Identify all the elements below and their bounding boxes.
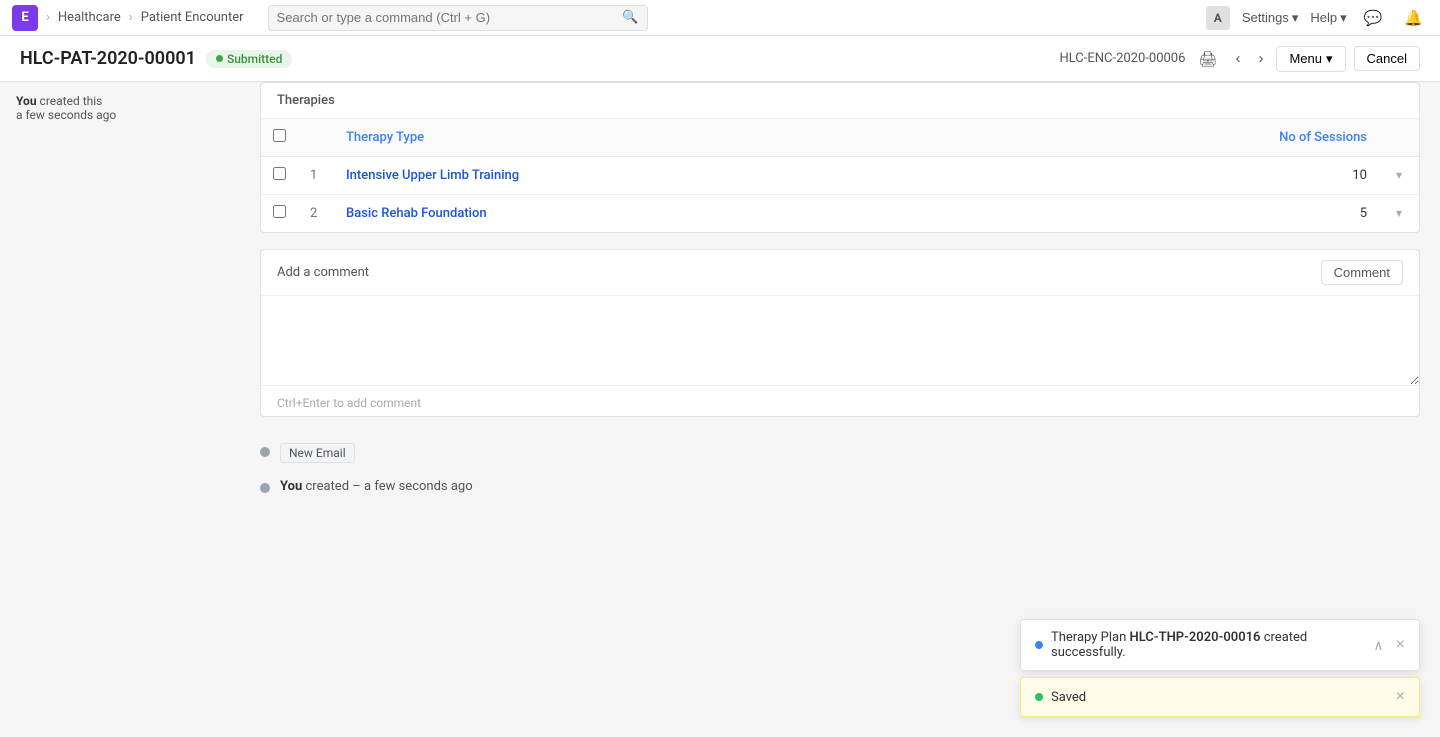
row-index: 1 <box>298 157 334 195</box>
status-label: Submitted <box>227 52 282 66</box>
breadcrumb-healthcare[interactable]: Healthcare <box>58 10 121 25</box>
top-nav: E › Healthcare › Patient Encounter 🔍 A S… <box>0 0 1440 36</box>
toast-collapse-button[interactable]: ∧ <box>1373 637 1383 654</box>
settings-chevron-icon: ▾ <box>1292 10 1299 26</box>
row-sessions: 5 <box>1001 195 1379 233</box>
therapy-table: Therapy Type No of Sessions 1 Intensive … <box>261 119 1419 232</box>
next-icon[interactable]: › <box>1253 48 1268 69</box>
sidebar: You created this a few seconds ago <box>0 82 250 737</box>
comment-card: Add a comment Comment Ctrl+Enter to add … <box>260 249 1420 417</box>
th-sessions: No of Sessions <box>1001 119 1379 157</box>
timeline-dot-1 <box>260 447 270 457</box>
th-therapy-type: Therapy Type <box>334 119 1001 157</box>
status-badge: Submitted <box>206 50 292 68</box>
sidebar-activity-action: created this <box>40 94 103 108</box>
nav-right: A Settings ▾ Help ▾ 💬 🔔 <box>1206 6 1428 30</box>
timeline-tag-email[interactable]: New Email <box>280 443 355 463</box>
avatar-btn[interactable]: A <box>1206 6 1230 30</box>
toast-container: Therapy Plan HLC-THP-2020-00016 created … <box>1020 619 1420 717</box>
comment-button[interactable]: Comment <box>1321 260 1403 285</box>
therapies-title: Therapies <box>261 83 1419 119</box>
toast-close-button-1[interactable]: × <box>1396 636 1405 654</box>
search-icon: 🔍 <box>622 10 638 25</box>
print-icon[interactable]: 🖨 <box>1193 48 1222 70</box>
row-sessions: 10 <box>1001 157 1379 195</box>
sidebar-activity: You created this a few seconds ago <box>16 94 234 122</box>
sub-header-right: HLC-ENC-2020-00006 🖨 ‹ › Menu ▾ Cancel <box>1059 46 1420 72</box>
row-checkbox[interactable] <box>273 205 286 218</box>
timeline: New Email You created – a few seconds ag… <box>260 433 1420 516</box>
timeline-you: You <box>280 479 302 494</box>
notification-icon[interactable]: 🔔 <box>1399 7 1428 29</box>
status-dot <box>216 55 223 62</box>
toast-dot-blue <box>1035 641 1043 649</box>
row-dropdown-icon[interactable]: ▾ <box>1396 206 1402 220</box>
breadcrumb-sep-1: › <box>46 10 50 25</box>
timeline-item-email: New Email <box>260 443 1420 467</box>
toast-text-therapy: Therapy Plan HLC-THP-2020-00016 created … <box>1051 630 1365 660</box>
breadcrumb-patient-encounter[interactable]: Patient Encounter <box>141 10 244 25</box>
table-row: 1 Intensive Upper Limb Training 10 ▾ <box>261 157 1419 195</box>
comment-title: Add a comment <box>277 265 369 280</box>
enc-id: HLC-ENC-2020-00006 <box>1059 51 1185 66</box>
sub-header: HLC-PAT-2020-00001 Submitted HLC-ENC-202… <box>0 36 1440 82</box>
row-checkbox[interactable] <box>273 167 286 180</box>
prev-icon[interactable]: ‹ <box>1230 48 1245 69</box>
help-chevron-icon: ▾ <box>1340 10 1347 26</box>
row-action-cell: ▾ <box>1379 157 1419 195</box>
toast-plan-id: HLC-THP-2020-00016 <box>1129 630 1260 645</box>
timeline-dot-2 <box>260 483 270 493</box>
table-row: 2 Basic Rehab Foundation 5 ▾ <box>261 195 1419 233</box>
app-icon[interactable]: E <box>12 5 38 31</box>
row-dropdown-icon[interactable]: ▾ <box>1396 168 1402 182</box>
breadcrumb-sep-2: › <box>129 10 133 25</box>
row-index: 2 <box>298 195 334 233</box>
timeline-item-created: You created – a few seconds ago <box>260 479 1420 494</box>
timeline-action: created <box>306 479 350 494</box>
sidebar-activity-time: a few seconds ago <box>16 108 116 122</box>
search-bar[interactable]: 🔍 <box>268 5 648 31</box>
row-checkbox-cell <box>261 157 298 195</box>
sidebar-activity-you: You <box>16 94 37 108</box>
toast-saved: Saved × <box>1020 677 1420 717</box>
comment-header: Add a comment Comment <box>261 250 1419 296</box>
timeline-time: a few seconds ago <box>364 479 473 494</box>
therapies-card: Therapies Therapy Type No of Sessions <box>260 82 1420 233</box>
toast-close-button-2[interactable]: × <box>1396 688 1405 706</box>
toast-dot-green <box>1035 693 1043 701</box>
chat-icon[interactable]: 💬 <box>1359 7 1388 29</box>
row-checkbox-cell <box>261 195 298 233</box>
row-therapy-type: Basic Rehab Foundation <box>334 195 1001 233</box>
row-therapy-type: Intensive Upper Limb Training <box>334 157 1001 195</box>
comment-textarea[interactable] <box>261 296 1419 386</box>
timeline-content-email: New Email <box>280 443 355 467</box>
comment-hint: Ctrl+Enter to add comment <box>261 390 1419 416</box>
th-checkbox <box>261 119 298 157</box>
menu-chevron-icon: ▾ <box>1326 51 1333 67</box>
search-input[interactable] <box>277 10 623 25</box>
help-button[interactable]: Help ▾ <box>1310 10 1346 26</box>
th-action <box>1379 119 1419 157</box>
doc-title: HLC-PAT-2020-00001 <box>20 48 196 69</box>
timeline-content-created: You created – a few seconds ago <box>280 479 473 494</box>
select-all-checkbox[interactable] <box>273 129 286 142</box>
menu-button[interactable]: Menu ▾ <box>1276 46 1345 72</box>
cancel-button[interactable]: Cancel <box>1354 46 1420 71</box>
toast-saved-text: Saved <box>1051 690 1388 705</box>
settings-button[interactable]: Settings ▾ <box>1242 10 1299 26</box>
row-action-cell: ▾ <box>1379 195 1419 233</box>
toast-therapy-plan: Therapy Plan HLC-THP-2020-00016 created … <box>1020 619 1420 671</box>
timeline-sep: – <box>352 479 364 494</box>
th-index <box>298 119 334 157</box>
